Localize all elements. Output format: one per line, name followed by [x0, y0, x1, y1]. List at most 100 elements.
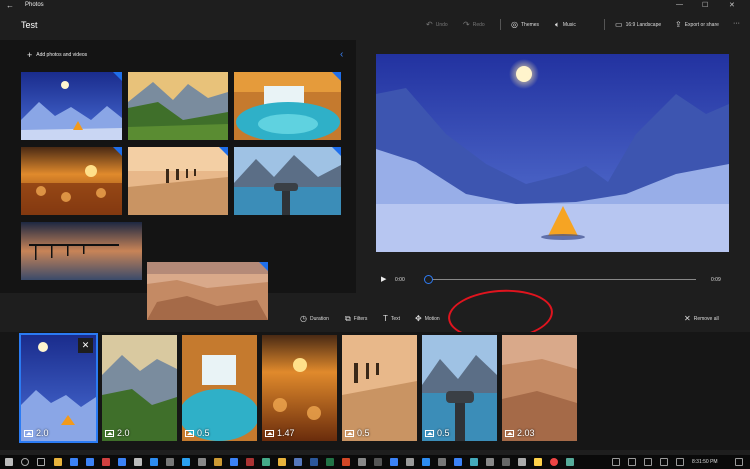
text-button[interactable]: T Text	[383, 315, 400, 323]
redo-icon: ↷	[463, 20, 470, 29]
app-icon[interactable]	[486, 458, 494, 466]
video-preview[interactable]	[376, 54, 729, 252]
remove-all-label: Remove all	[693, 316, 719, 322]
storyboard-card-4[interactable]: 1.47	[262, 335, 337, 441]
project-library: + Add photos and videos ‹	[0, 40, 356, 320]
chrome-icon[interactable]	[550, 458, 558, 466]
undo-icon: ↶	[426, 20, 433, 29]
library-thumbnail-pier-dusk[interactable]	[21, 222, 142, 280]
maximize-button[interactable]: ☐	[702, 1, 708, 9]
library-thumbnail-lake-binoculars[interactable]	[234, 147, 341, 215]
project-header: Test ↶ Undo ↷ Redo ◎ Themes 🔈︎ Music ▭ 1…	[0, 13, 750, 37]
close-window-button[interactable]: ✕	[729, 1, 735, 9]
image-icon	[425, 429, 434, 437]
brightness-icon[interactable]	[534, 458, 542, 466]
mail-icon[interactable]	[118, 458, 126, 466]
project-title[interactable]: Test	[21, 20, 38, 30]
library-thumbnail-waterfall[interactable]	[234, 72, 341, 140]
taskbar-clock[interactable]: 8:31:50 PM	[692, 459, 718, 465]
collapse-library-button[interactable]: ‹	[340, 49, 343, 60]
aspect-ratio-icon: ▭	[615, 20, 623, 29]
filter-icon: ⧉	[345, 314, 351, 323]
powerpoint-icon[interactable]	[342, 458, 350, 466]
aspect-ratio-button[interactable]: ▭ 16:9 Landscape	[615, 21, 661, 29]
notifications-icon[interactable]	[735, 458, 743, 466]
store-icon[interactable]	[86, 458, 94, 466]
themes-button[interactable]: ◎ Themes	[511, 21, 539, 29]
taskbar: 8:31:50 PM	[0, 455, 750, 469]
play-button[interactable]: ▶	[381, 275, 386, 283]
redo-button[interactable]: ↷ Redo	[463, 21, 485, 29]
app-icon[interactable]	[230, 458, 238, 466]
dropbox-icon[interactable]	[150, 458, 158, 466]
library-thumbnail-mountain-valley[interactable]	[128, 72, 228, 140]
storyboard-card-6[interactable]: 0.5	[422, 335, 497, 441]
storyboard: ✕ 2.0 2.0 0.5 1.47 0.5 0.5 2.03	[0, 332, 750, 450]
card-duration-value: 2.0	[117, 428, 130, 438]
close-icon: ✕	[684, 314, 691, 323]
remove-card-button[interactable]: ✕	[78, 338, 93, 353]
undo-button[interactable]: ↶ Undo	[426, 21, 448, 29]
duration-button[interactable]: ◷ Duration	[300, 315, 329, 323]
app-icon[interactable]	[422, 458, 430, 466]
battery-icon[interactable]	[660, 458, 668, 466]
app-icon[interactable]	[470, 458, 478, 466]
app-icon[interactable]	[278, 458, 286, 466]
app-icon[interactable]	[518, 458, 526, 466]
minimize-button[interactable]: —	[676, 1, 683, 8]
app-icon[interactable]	[294, 458, 302, 466]
storyboard-card-5[interactable]: 0.5	[342, 335, 417, 441]
export-label: Export or share	[684, 22, 719, 28]
app-icon[interactable]	[262, 458, 270, 466]
tray-icon[interactable]	[612, 458, 620, 466]
music-button[interactable]: 🔈︎ Music	[555, 21, 576, 29]
filters-button[interactable]: ⧉ Filters	[345, 315, 367, 323]
keyboard-icon[interactable]	[676, 458, 684, 466]
app-icon[interactable]	[390, 458, 398, 466]
photos-app-icon[interactable]	[566, 458, 574, 466]
file-explorer-icon[interactable]	[54, 458, 62, 466]
start-icon[interactable]	[5, 458, 13, 466]
app-icon[interactable]	[214, 458, 222, 466]
app-icon[interactable]	[358, 458, 366, 466]
back-button[interactable]: ←	[6, 1, 14, 10]
card-duration: 1.47	[265, 428, 295, 438]
seek-thumb[interactable]	[424, 275, 433, 284]
excel-icon[interactable]	[326, 458, 334, 466]
storyboard-card-1[interactable]: ✕ 2.0	[19, 333, 98, 443]
seek-bar[interactable]	[428, 279, 696, 280]
card-duration-value: 0.5	[437, 428, 450, 438]
app-icon[interactable]	[438, 458, 446, 466]
export-icon: ⇪	[675, 20, 682, 29]
app-icon[interactable]	[246, 458, 254, 466]
app-icon[interactable]	[454, 458, 462, 466]
redo-label: Redo	[472, 22, 485, 28]
app-icon[interactable]	[198, 458, 206, 466]
network-icon[interactable]	[628, 458, 636, 466]
more-options-button[interactable]: ···	[733, 20, 740, 27]
app-icon[interactable]	[166, 458, 174, 466]
library-thumbnail-tent[interactable]	[21, 72, 122, 140]
remove-all-button[interactable]: ✕ Remove all	[684, 315, 719, 323]
onedrive-icon[interactable]	[182, 458, 190, 466]
search-icon[interactable]	[21, 458, 29, 466]
app-icon[interactable]	[502, 458, 510, 466]
edge-icon[interactable]	[70, 458, 78, 466]
storyboard-card-3[interactable]: 0.5	[182, 335, 257, 441]
add-photos-button[interactable]: + Add photos and videos	[27, 51, 87, 60]
word-icon[interactable]	[310, 458, 318, 466]
storyboard-card-2[interactable]: 2.0	[102, 335, 177, 441]
storyboard-card-7[interactable]: 2.03	[502, 335, 577, 441]
library-thumbnail-beach-posts[interactable]	[128, 147, 228, 215]
added-marker-icon	[332, 72, 341, 81]
app-icon[interactable]	[134, 458, 142, 466]
app-icon[interactable]	[406, 458, 414, 466]
task-view-icon[interactable]	[37, 458, 45, 466]
library-thumbnail-sunset-field[interactable]	[21, 147, 122, 215]
volume-icon[interactable]	[644, 458, 652, 466]
motion-button[interactable]: ✥ Motion	[415, 315, 440, 323]
export-button[interactable]: ⇪ Export or share	[675, 21, 719, 29]
toolbar-divider	[500, 19, 501, 30]
app-icon[interactable]	[374, 458, 382, 466]
calendar-icon[interactable]	[102, 458, 110, 466]
